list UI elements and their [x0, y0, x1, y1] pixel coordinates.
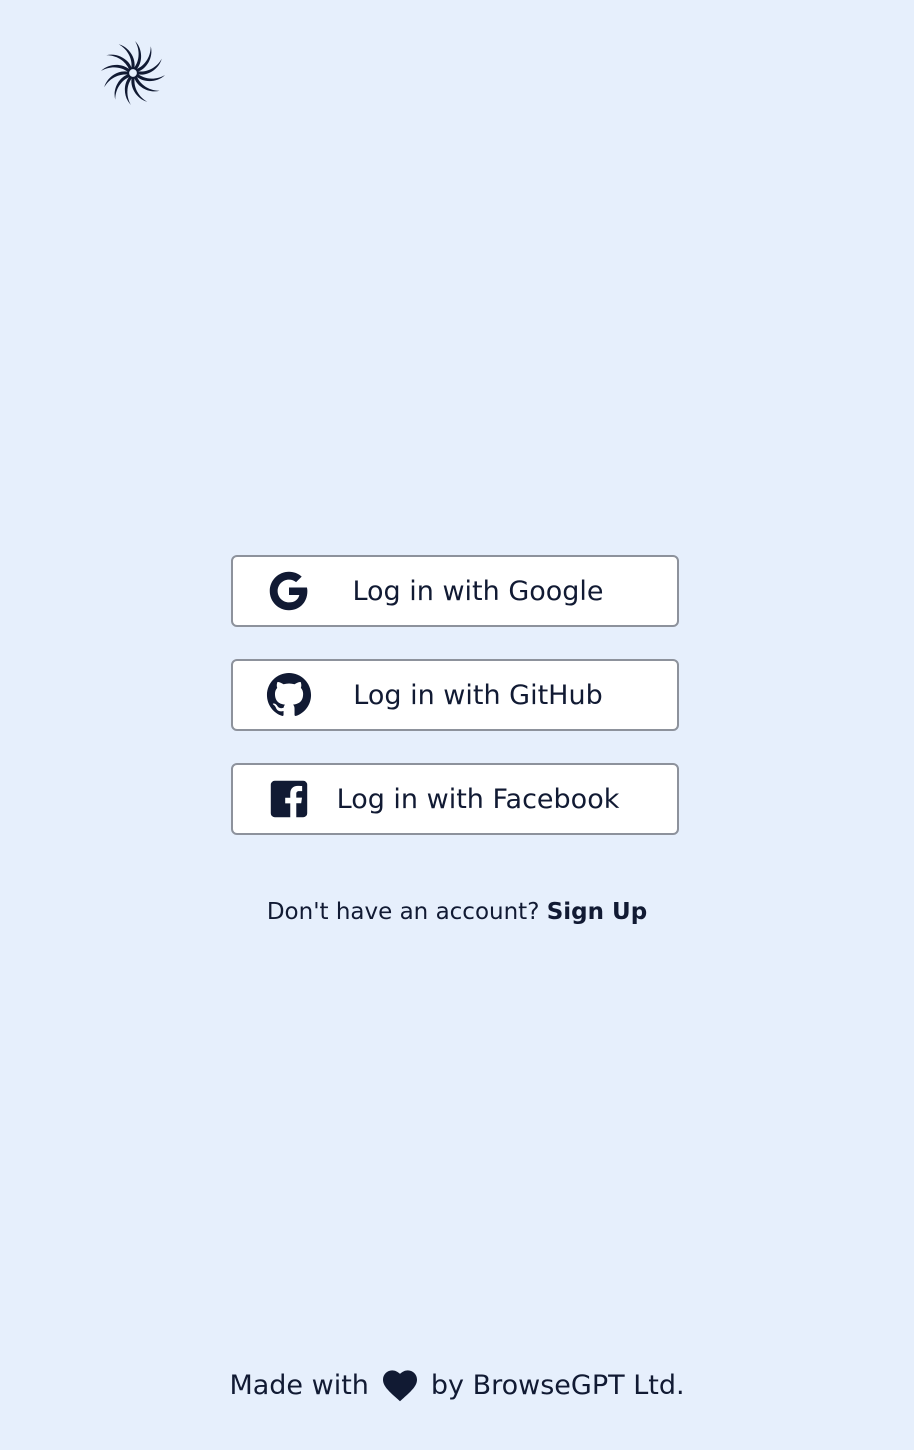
spiral-logo-icon[interactable]: [99, 39, 167, 107]
github-login-label: Log in with GitHub: [353, 679, 603, 711]
signup-prompt-text: Don't have an account?: [266, 899, 540, 925]
signup-link[interactable]: Sign Up: [547, 899, 647, 925]
google-login-label: Log in with Google: [352, 575, 604, 607]
github-login-button[interactable]: Log in with GitHub: [231, 659, 679, 731]
footer-made-with: Made with: [229, 1369, 369, 1401]
social-login-buttons: Log in with Google Log in with GitHub Lo…: [231, 555, 679, 867]
login-page: Log in with Google Log in with GitHub Lo…: [0, 0, 914, 1450]
heart-icon: [381, 1368, 419, 1402]
facebook-login-label: Log in with Facebook: [336, 783, 620, 815]
facebook-login-button[interactable]: Log in with Facebook: [231, 763, 679, 835]
footer-company: by BrowseGPT Ltd.: [430, 1369, 685, 1401]
signup-prompt: Don't have an account? Sign Up: [0, 899, 914, 925]
footer: Made with by BrowseGPT Ltd.: [0, 1368, 914, 1402]
google-login-button[interactable]: Log in with Google: [231, 555, 679, 627]
